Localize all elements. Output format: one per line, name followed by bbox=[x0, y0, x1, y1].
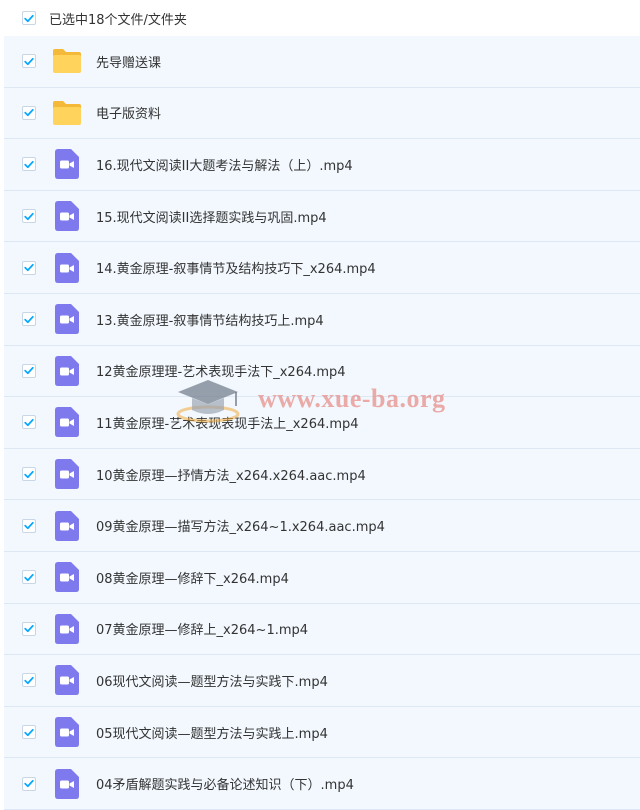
video-file-icon bbox=[55, 562, 79, 593]
video-icon-wrap bbox=[52, 459, 82, 490]
checkmark-icon bbox=[24, 14, 34, 22]
checkmark-icon bbox=[24, 780, 34, 788]
folder-icon bbox=[53, 49, 81, 74]
row-checkbox[interactable] bbox=[22, 776, 36, 791]
row-checkbox[interactable] bbox=[22, 157, 36, 172]
video-file-icon bbox=[55, 149, 79, 180]
video-file-icon bbox=[55, 252, 79, 283]
row-checkbox[interactable] bbox=[22, 209, 36, 224]
file-name[interactable]: 04矛盾解题实践与必备论述知识（下）.mp4 bbox=[96, 774, 354, 793]
checkmark-icon bbox=[24, 315, 34, 323]
video-icon-wrap bbox=[52, 304, 82, 335]
video-file-icon bbox=[55, 717, 79, 748]
video-icon-wrap bbox=[52, 562, 82, 593]
file-name[interactable]: 电子版资料 bbox=[96, 103, 161, 122]
selection-header: 已选中18个文件/文件夹 bbox=[0, 0, 640, 36]
folder-icon bbox=[53, 100, 81, 125]
video-icon-wrap bbox=[52, 613, 82, 644]
file-name[interactable]: 16.现代文阅读II大题考法与解法（上）.mp4 bbox=[96, 155, 353, 174]
row-checkbox[interactable] bbox=[22, 621, 36, 636]
file-row[interactable]: 14.黄金原理-叙事情节及结构技巧下_x264.mp4 bbox=[4, 242, 640, 294]
file-name[interactable]: 11黄金原理-艺术表现表现手法上_x264.mp4 bbox=[96, 413, 359, 432]
video-file-icon bbox=[55, 613, 79, 644]
file-list: 先导赠送课电子版资料 16.现代文阅读II大题考法与解法（上）.mp4 15.现代文… bbox=[4, 36, 640, 810]
file-row[interactable]: 07黄金原理—修辞上_x264~1.mp4 bbox=[4, 603, 640, 656]
row-checkbox[interactable] bbox=[22, 518, 36, 533]
video-file-icon bbox=[55, 304, 79, 335]
file-name[interactable]: 09黄金原理—描写方法_x264~1.x264.aac.mp4 bbox=[96, 516, 385, 535]
file-row[interactable]: 09黄金原理—描写方法_x264~1.x264.aac.mp4 bbox=[4, 500, 640, 552]
file-row[interactable]: 06现代文阅读—题型方法与实践下.mp4 bbox=[4, 655, 640, 707]
video-icon-wrap bbox=[52, 717, 82, 748]
video-file-icon bbox=[55, 768, 79, 799]
file-name[interactable]: 15.现代文阅读II选择题实践与巩固.mp4 bbox=[96, 207, 327, 226]
folder-icon-wrap bbox=[52, 46, 82, 76]
file-name[interactable]: 10黄金原理—抒情方法_x264.x264.aac.mp4 bbox=[96, 465, 366, 484]
checkmark-icon bbox=[24, 470, 34, 478]
checkmark-icon bbox=[24, 212, 34, 220]
select-all-checkbox[interactable] bbox=[22, 11, 36, 25]
file-row[interactable]: 08黄金原理—修辞下_x264.mp4 bbox=[4, 551, 640, 604]
file-row[interactable]: 04矛盾解题实践与必备论述知识（下）.mp4 bbox=[4, 758, 640, 810]
video-file-icon bbox=[55, 665, 79, 696]
video-file-icon bbox=[55, 355, 79, 386]
video-icon-wrap bbox=[52, 355, 82, 386]
folder-row[interactable]: 电子版资料 bbox=[4, 87, 640, 140]
video-icon-wrap bbox=[52, 510, 82, 541]
folder-icon-wrap bbox=[52, 98, 82, 128]
row-checkbox[interactable] bbox=[22, 570, 36, 585]
file-name[interactable]: 12黄金原理理-艺术表现手法下_x264.mp4 bbox=[96, 361, 346, 380]
video-file-icon bbox=[55, 510, 79, 541]
checkmark-icon bbox=[24, 418, 34, 427]
row-checkbox[interactable] bbox=[22, 312, 36, 327]
video-icon-wrap bbox=[52, 665, 82, 696]
file-row[interactable]: 12黄金原理理-艺术表现手法下_x264.mp4 bbox=[4, 345, 640, 398]
file-row[interactable]: 16.现代文阅读II大题考法与解法（上）.mp4 bbox=[4, 139, 640, 191]
selection-count-label: 已选中18个文件/文件夹 bbox=[49, 12, 187, 28]
row-checkbox[interactable] bbox=[22, 54, 36, 69]
row-checkbox[interactable] bbox=[22, 673, 36, 688]
file-name[interactable]: 07黄金原理—修辞上_x264~1.mp4 bbox=[96, 619, 308, 638]
checkmark-icon bbox=[24, 573, 34, 581]
file-name[interactable]: 06现代文阅读—题型方法与实践下.mp4 bbox=[96, 671, 328, 690]
row-checkbox[interactable] bbox=[22, 260, 36, 275]
video-icon-wrap bbox=[52, 252, 82, 283]
video-file-icon bbox=[55, 459, 79, 490]
checkmark-icon bbox=[24, 57, 34, 65]
file-row[interactable]: 13.黄金原理-叙事情节结构技巧上.mp4 bbox=[4, 293, 640, 346]
file-name[interactable]: 13.黄金原理-叙事情节结构技巧上.mp4 bbox=[96, 310, 324, 329]
checkmark-icon bbox=[24, 728, 34, 736]
video-icon-wrap bbox=[52, 201, 82, 232]
checkmark-icon bbox=[24, 160, 34, 169]
video-file-icon bbox=[55, 201, 79, 232]
row-checkbox[interactable] bbox=[22, 363, 36, 378]
checkmark-icon bbox=[24, 264, 34, 272]
row-checkbox[interactable] bbox=[22, 415, 36, 430]
row-checkbox[interactable] bbox=[22, 725, 36, 740]
file-row[interactable]: 15.现代文阅读II选择题实践与巩固.mp4 bbox=[4, 190, 640, 243]
checkmark-icon bbox=[24, 109, 34, 117]
file-row[interactable]: 11黄金原理-艺术表现表现手法上_x264.mp4 bbox=[4, 397, 640, 449]
file-name[interactable]: 先导赠送课 bbox=[96, 52, 161, 71]
row-checkbox[interactable] bbox=[22, 105, 36, 120]
video-icon-wrap bbox=[52, 407, 82, 438]
checkmark-icon bbox=[24, 367, 34, 375]
file-row[interactable]: 05现代文阅读—题型方法与实践上.mp4 bbox=[4, 706, 640, 759]
video-icon-wrap bbox=[52, 768, 82, 799]
file-name[interactable]: 14.黄金原理-叙事情节及结构技巧下_x264.mp4 bbox=[96, 258, 376, 277]
file-name[interactable]: 05现代文阅读—题型方法与实践上.mp4 bbox=[96, 723, 328, 742]
checkmark-icon bbox=[24, 625, 34, 633]
row-checkbox[interactable] bbox=[22, 467, 36, 482]
checkmark-icon bbox=[24, 676, 34, 685]
file-name[interactable]: 08黄金原理—修辞下_x264.mp4 bbox=[96, 568, 289, 587]
folder-row[interactable]: 先导赠送课 bbox=[4, 36, 640, 88]
checkmark-icon bbox=[24, 522, 34, 530]
video-icon-wrap bbox=[52, 149, 82, 180]
video-file-icon bbox=[55, 407, 79, 438]
file-row[interactable]: 10黄金原理—抒情方法_x264.x264.aac.mp4 bbox=[4, 448, 640, 501]
